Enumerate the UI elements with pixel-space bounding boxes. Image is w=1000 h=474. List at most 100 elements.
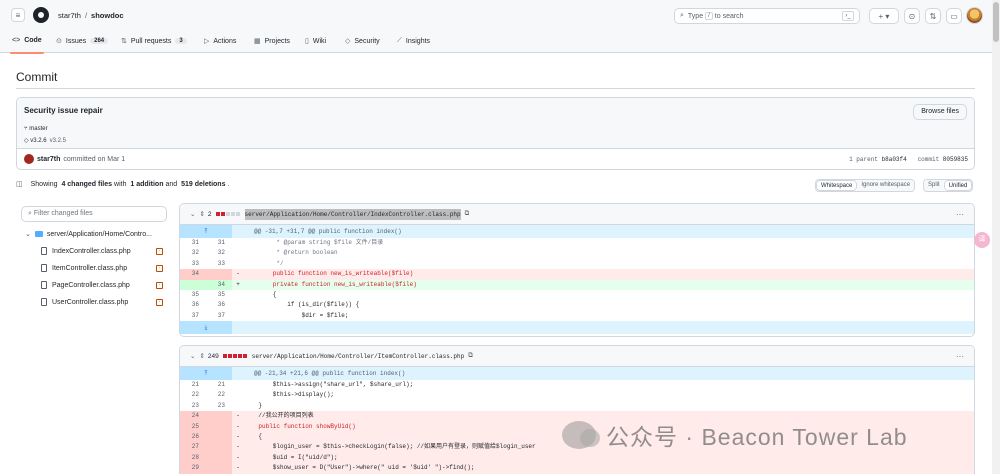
parent-sha-link[interactable]: b8a03f4: [882, 156, 907, 163]
unified-button[interactable]: Unified: [943, 180, 973, 191]
commit-date: committed on Mar 1: [63, 155, 126, 163]
diff-file-header: ⌄ ⇕ 2 server/Application/Home/Controller…: [180, 204, 974, 225]
global-header: ≡ star7th / showdoc ⌕ Type / to search ›_ …: [0, 0, 1000, 30]
table-icon: ▦: [254, 38, 261, 45]
title-divider: [16, 88, 975, 89]
expand-up-icon[interactable]: ⤒: [180, 367, 232, 380]
play-icon: ▷: [204, 38, 210, 45]
diff-line: 32 32 * @return boolean: [191, 249, 338, 257]
tree-file[interactable]: IndexController.class.php ·: [41, 247, 167, 255]
tab-security[interactable]: ◇ Security: [345, 37, 380, 46]
tab-insights[interactable]: ⟋ Insights: [397, 37, 430, 45]
file-icon: [41, 298, 47, 306]
file-deleted-lines-icon: ·: [156, 298, 163, 306]
tree-file[interactable]: UserController.class.php ·: [41, 298, 167, 306]
file-deleted-lines-icon: ·: [156, 247, 163, 255]
inbox-icon[interactable]: ▭: [946, 8, 962, 24]
commit-parent-info: 1 parent b8a03f4 commit 8059835: [849, 156, 968, 163]
tab-issues[interactable]: ⊙ Issues 264: [56, 37, 109, 45]
tree-file[interactable]: ItemController.class.php ·: [41, 264, 167, 272]
search-input[interactable]: ⌕ Type / to search ›_: [674, 8, 860, 24]
graph-icon: ⟋: [397, 37, 402, 44]
expand-down-icon[interactable]: ⤓: [180, 321, 232, 335]
diff-file-item: ⌄ ⇕ 249 server/Application/Home/Controll…: [179, 345, 975, 474]
ignore-whitespace-button[interactable]: Ignore whitespace: [857, 180, 915, 191]
file-icon: [41, 264, 47, 272]
chevron-down-icon[interactable]: ⌄: [190, 352, 195, 360]
file-icon: [41, 247, 47, 255]
file-icon: [41, 281, 47, 289]
pull-requests-icon[interactable]: ⇅: [925, 8, 941, 24]
diff-line-deleted: 29- $show_user = D("User")->where(" uid …: [180, 463, 974, 474]
diff-summary: ◫ Showing 4 changed files with 1 addition…: [16, 180, 230, 189]
diff-line: 35 35 {: [191, 290, 277, 298]
tab-actions[interactable]: ▷ Actions: [204, 37, 236, 46]
hunk-header: ⤒ @@ -31,7 +31,7 @@ public function inde…: [180, 225, 974, 238]
kebab-menu-icon[interactable]: ···: [956, 210, 964, 219]
tab-pull-requests[interactable]: ⇅ Pull requests 3: [121, 37, 187, 45]
expand-icon[interactable]: ⇕: [199, 352, 204, 360]
split-button[interactable]: Split: [924, 180, 944, 191]
github-logo-icon[interactable]: [33, 7, 49, 23]
translate-icon[interactable]: 译: [974, 232, 990, 248]
book-icon: ▯: [305, 38, 309, 45]
tab-projects[interactable]: ▦ Projects: [254, 37, 290, 46]
wechat-icon: [562, 421, 600, 449]
diff-file-index: ⌄ ⇕ 2 server/Application/Home/Controller…: [179, 203, 975, 337]
file-tree-toggle-icon[interactable]: ◫: [16, 180, 23, 188]
watermark: 公众号 · Beacon Tower Lab: [562, 418, 908, 452]
whitespace-button[interactable]: Whitespace: [816, 180, 858, 191]
author-avatar[interactable]: [24, 154, 34, 164]
copy-icon[interactable]: ⧉: [465, 210, 470, 218]
folder-icon: [34, 231, 43, 237]
diff-line: 22 22 $this->display();: [191, 391, 335, 399]
scrollbar-thumb[interactable]: [993, 2, 999, 42]
file-deleted-lines-icon: ·: [156, 264, 163, 272]
commit-message: Security issue repair: [24, 106, 103, 115]
whitespace-toggle: Whitespace Ignore whitespace: [815, 179, 916, 192]
hunk-footer: ⤓: [180, 321, 974, 335]
pull-request-icon: ⇅: [121, 38, 127, 45]
diff-view-toggle: Split Unified: [923, 179, 974, 192]
tag-primary[interactable]: v3.2.6: [30, 138, 46, 144]
diff-line-deleted: 34- public function new_is_writeable($fi…: [180, 269, 974, 280]
author-row: star7th committed on Mar 1: [24, 154, 125, 164]
tab-wiki[interactable]: ▯ Wiki: [305, 37, 326, 46]
repo-nav: <> Code ⊙ Issues 264 ⇅ Pull requests 3 ▷ Actio…: [0, 30, 1000, 54]
diff-line-deleted: 28- $uid = I("uid/d");: [180, 452, 974, 464]
tree-file[interactable]: PageController.class.php ·: [41, 281, 167, 289]
diff-line: 37 37 $dir = $file;: [191, 311, 349, 319]
kebab-menu-icon[interactable]: ···: [956, 352, 964, 361]
issues-count-badge: 264: [90, 38, 109, 44]
owner-link[interactable]: star7th: [58, 11, 81, 20]
command-palette-icon[interactable]: ›_: [842, 11, 854, 21]
shield-icon: ◇: [345, 38, 351, 45]
diff-file-path[interactable]: server/Application/Home/Controller/Index…: [244, 208, 461, 220]
diff-line: 23 23 }: [191, 401, 263, 409]
issues-icon[interactable]: ⊙: [904, 8, 920, 24]
hunk-header: ⤒ @@ -21,34 +21,6 @@ public function ind…: [180, 367, 974, 380]
tree-directory[interactable]: ⌄ server/Application/Home/Contro...: [25, 230, 152, 239]
create-new-button[interactable]: + ▾: [869, 8, 899, 24]
menu-icon[interactable]: ≡: [11, 8, 25, 22]
diff-line: 33 33 */: [191, 259, 284, 267]
branch-label[interactable]: ⑂ master: [24, 126, 48, 132]
diff-file-path[interactable]: server/Application/Home/Controller/ItemC…: [252, 353, 464, 360]
file-deleted-lines-icon: ·: [156, 281, 163, 289]
repo-link[interactable]: showdoc: [91, 11, 124, 20]
diff-line: 36 36 if (is_dir($file)) {: [191, 301, 360, 309]
expand-up-icon[interactable]: ⤒: [180, 225, 232, 238]
browse-files-button[interactable]: Browse files: [913, 104, 967, 120]
tag-secondary[interactable]: v3.2.5: [50, 138, 66, 144]
diff-line: 21 21 $this->assign("share_url", $share_u…: [191, 381, 414, 388]
breadcrumb: star7th / showdoc: [58, 11, 124, 20]
chevron-down-icon[interactable]: ⌄: [190, 210, 195, 218]
expand-icon[interactable]: ⇕: [199, 210, 204, 218]
tab-code[interactable]: <> Code: [10, 37, 44, 54]
author-name[interactable]: star7th: [37, 156, 60, 163]
tag-list: ◇ v3.2.6 v3.2.5: [24, 137, 66, 144]
filter-files-input[interactable]: ⌕ Filter changed files: [21, 206, 167, 222]
copy-icon[interactable]: ⧉: [468, 352, 473, 360]
avatar[interactable]: [966, 7, 983, 24]
page-scrollbar[interactable]: [992, 0, 1000, 474]
